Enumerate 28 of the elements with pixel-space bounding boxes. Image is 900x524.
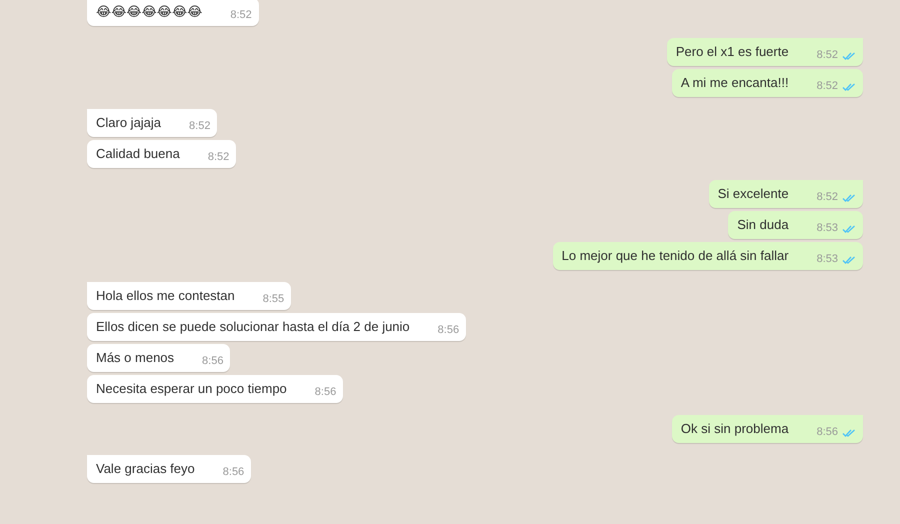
message-text: Sin duda — [737, 216, 789, 234]
message-time: 8:56 — [314, 385, 336, 400]
message-text: Claro jajaja — [96, 114, 162, 132]
message-time: 8:53 — [816, 252, 838, 267]
message-text: Ellos dicen se puede solucionar hasta el día 2 de junio — [96, 318, 410, 336]
message-time: 8:52 — [230, 8, 252, 23]
message-text: A mi me encanta!!! — [680, 74, 789, 92]
message-time: 8:52 — [816, 48, 838, 63]
message-text: Lo mejor que he tenido de allá sin fallar — [562, 247, 789, 265]
message-text: Si excelente — [718, 185, 789, 203]
message-time: 8:52 — [816, 190, 838, 205]
message-text: Calidad buena — [96, 145, 180, 163]
message-text: Necesita esperar un poco tiempo — [96, 380, 287, 398]
message-text: Vale gracias feyo — [96, 460, 195, 478]
message-text: 😂😂😂😂😂😂😂 — [96, 3, 202, 21]
message-time: 8:55 — [262, 292, 284, 307]
message-text: Hola ellos me contestan — [96, 287, 235, 305]
message-time: 8:56 — [438, 323, 460, 338]
message-text: Ok si sin problema — [680, 420, 789, 438]
message-time: 8:52 — [208, 150, 230, 165]
message-text: Pero el x1 es fuerte — [676, 43, 789, 61]
message-time: 8:52 — [816, 79, 838, 94]
message-time: 8:56 — [816, 425, 838, 440]
message-time: 8:52 — [189, 119, 210, 134]
message-time: 8:56 — [222, 465, 244, 480]
message-time: 8:53 — [816, 221, 838, 236]
message-time: 8:56 — [202, 354, 224, 369]
message-text: Más o menos — [96, 349, 174, 367]
